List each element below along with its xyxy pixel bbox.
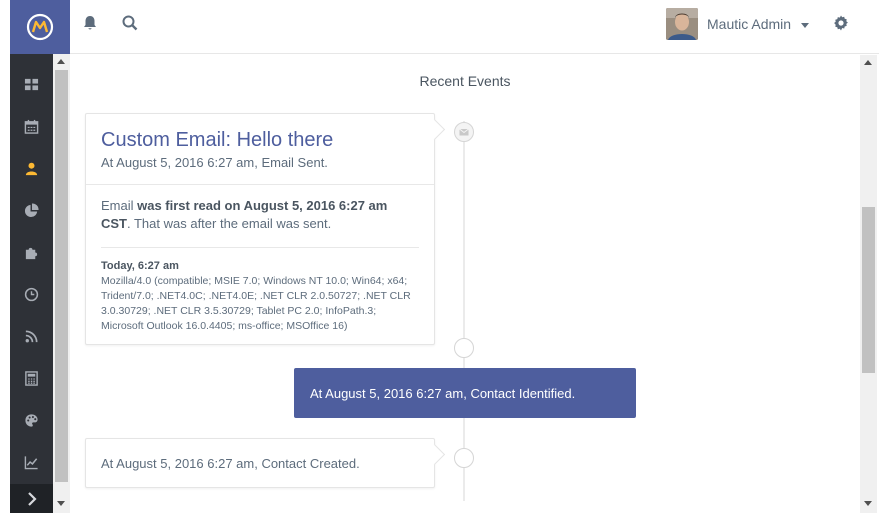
sidebar-scroll-thumb[interactable] — [55, 70, 68, 482]
page-scroll-up-arrow[interactable] — [864, 60, 872, 65]
envelope-icon — [459, 128, 469, 136]
bell-icon[interactable] — [81, 14, 99, 32]
timeline-line — [463, 121, 465, 501]
event-contact-created: At August 5, 2016 6:27 am, Contact Creat… — [85, 438, 435, 488]
read-text-suffix: . That was after the email was sent. — [127, 216, 332, 231]
section-title: Recent Events — [419, 73, 511, 89]
topbar: Mautic Admin — [70, 0, 879, 54]
chevron-right-icon — [27, 491, 37, 506]
page-scrollbar[interactable] — [860, 55, 877, 513]
page-scroll-down-arrow[interactable] — [864, 501, 872, 506]
event-title[interactable]: Custom Email: Hello there — [101, 128, 419, 152]
event-card-email: Custom Email: Hello there At August 5, 2… — [85, 113, 435, 345]
event-card-body: Email was first read on August 5, 2016 6… — [86, 185, 434, 344]
mautic-logo-icon — [26, 13, 54, 41]
dashboard-icon[interactable] — [10, 69, 53, 99]
mautic-logo[interactable] — [10, 0, 70, 54]
expand-sidebar-button[interactable] — [10, 484, 53, 513]
timeline-dot-identified — [454, 338, 474, 358]
line-chart-icon[interactable] — [10, 447, 53, 477]
components-icon[interactable] — [10, 237, 53, 267]
gear-icon[interactable] — [832, 14, 850, 32]
rss-icon[interactable] — [10, 321, 53, 351]
user-name[interactable]: Mautic Admin — [707, 16, 791, 32]
event-contact-identified: At August 5, 2016 6:27 am, Contact Ident… — [294, 368, 636, 418]
divider — [101, 247, 419, 248]
read-text-prefix: Email — [101, 198, 138, 213]
sidebar — [10, 54, 53, 513]
contacts-icon[interactable] — [10, 153, 53, 183]
user-agent-text: Mozilla/4.0 (compatible; MSIE 7.0; Windo… — [101, 275, 411, 332]
calculator-icon[interactable] — [10, 363, 53, 393]
pie-chart-icon[interactable] — [10, 195, 53, 225]
timeline-dot-email — [454, 122, 474, 142]
timeline-dot-created — [454, 448, 474, 468]
calendar-icon[interactable] — [10, 111, 53, 141]
avatar[interactable] — [666, 8, 698, 40]
page-scroll-thumb[interactable] — [862, 207, 875, 373]
main-content: Recent Events Custom Email: Hello there … — [70, 55, 860, 513]
palette-icon[interactable] — [10, 405, 53, 435]
search-icon[interactable] — [121, 14, 139, 32]
event-read-text: Email was first read on August 5, 2016 6… — [101, 197, 419, 233]
sidebar-scrollbar[interactable] — [53, 54, 70, 513]
user-agent-title: Today, 6:27 am — [101, 260, 179, 272]
event-card-header: Custom Email: Hello there At August 5, 2… — [86, 114, 434, 185]
app: Mautic Admin Recent Events Custom Email:… — [0, 0, 879, 513]
clock-icon[interactable] — [10, 279, 53, 309]
event-subtitle: At August 5, 2016 6:27 am, Email Sent. — [101, 155, 328, 170]
scroll-down-arrow[interactable] — [57, 501, 65, 506]
scroll-up-arrow[interactable] — [57, 59, 65, 64]
chevron-down-icon[interactable] — [801, 23, 809, 28]
